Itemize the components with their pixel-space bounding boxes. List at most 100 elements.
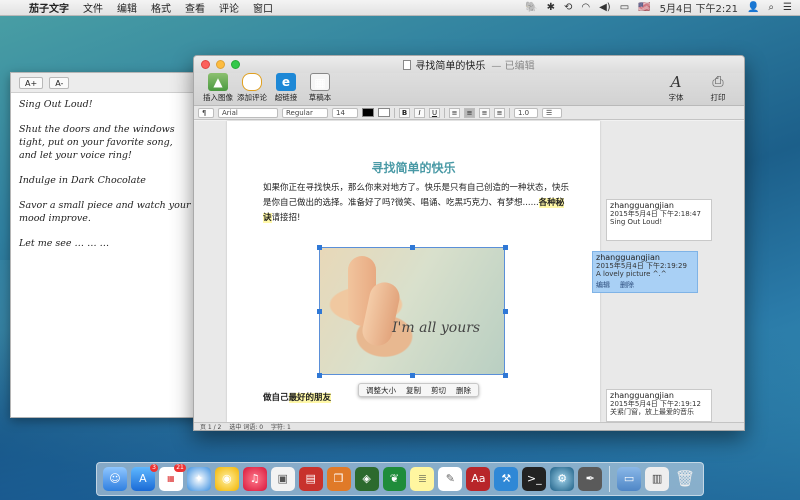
calendar-icon[interactable]: ▦ 21 <box>158 464 186 491</box>
menu-edit[interactable]: 编辑 <box>110 0 144 15</box>
align-right-button[interactable]: ≡ <box>479 107 490 118</box>
justify-button[interactable]: ≡ <box>494 107 505 118</box>
bluetooth-icon[interactable]: ✱ <box>547 2 555 13</box>
close-button[interactable] <box>201 60 210 69</box>
subheading[interactable]: 做自己最好的朋友 <box>263 391 332 403</box>
copy-menu-item[interactable]: 复制 <box>406 385 421 396</box>
menu-file[interactable]: 文件 <box>76 0 110 15</box>
folder-icon[interactable]: ▭ <box>617 467 642 491</box>
menubar-clock[interactable]: 5月4日 下午2:21 <box>660 0 738 15</box>
pen-app-icon[interactable]: ✒ <box>578 467 603 491</box>
xcode-icon[interactable]: ⚒ <box>494 467 519 491</box>
note-line: Sing Out Loud! <box>19 99 93 110</box>
font-family-select[interactable]: Arial <box>218 107 278 118</box>
cut-menu-item[interactable]: 剪切 <box>431 385 446 396</box>
document-paragraph[interactable]: 如果你正在寻找快乐，那么你来对地方了。快乐是只有自己创造的一种状态，快乐是你自己… <box>263 181 571 226</box>
notes-icon[interactable]: ≣ <box>410 467 435 491</box>
ibooks-icon[interactable]: ❐ <box>326 467 351 491</box>
resize-handle[interactable] <box>317 373 322 378</box>
note-line: Savor a small piece and watch your mood … <box>19 200 191 224</box>
downloads-stack-icon[interactable]: ▥ <box>645 467 670 491</box>
input-flag-icon[interactable]: 🇺🇸 <box>638 2 650 13</box>
print-button[interactable]: ⎙ 打印 <box>702 73 734 103</box>
font-panel-button[interactable]: A 字体 <box>660 73 692 103</box>
minimize-button[interactable] <box>216 60 225 69</box>
delete-menu-item[interactable]: 删除 <box>456 385 471 396</box>
bold-button[interactable]: B <box>399 107 410 118</box>
resize-handle[interactable] <box>410 373 415 378</box>
image-icon: ▲ <box>208 73 228 91</box>
add-comment-button[interactable]: … 添加评论 <box>236 73 268 103</box>
main-toolbar: ▲ 插入图像 … 添加评论 e 超链接 ▦ 草稿本 A 字体 ⎙ 打印 <box>194 73 744 106</box>
evernote-app-icon[interactable]: ❦ <box>382 467 407 491</box>
line-spacing-select[interactable]: 1.0 <box>514 107 538 118</box>
font-size-select[interactable]: 14 <box>332 107 358 118</box>
system-prefs-icon[interactable]: ⚙ <box>550 467 575 491</box>
text-color-swatch[interactable] <box>362 108 374 117</box>
resize-handle[interactable] <box>503 309 508 314</box>
wifi-icon[interactable]: ◠ <box>581 2 590 13</box>
evernote-icon[interactable]: 🐘 <box>525 2 537 13</box>
edited-status[interactable]: — 已编辑 <box>491 57 534 72</box>
document-canvas: 寻找简单的快乐 如果你正在寻找快乐，那么你来对地方了。快乐是只有自己创造的一种状… <box>194 121 744 422</box>
notification-icon[interactable]: ☰ <box>783 2 792 13</box>
dictionary-icon[interactable]: Aa <box>466 467 491 491</box>
resize-handle[interactable] <box>317 309 322 314</box>
font-smaller-button[interactable]: A- <box>49 76 70 89</box>
photos-icon[interactable]: ◈ <box>354 467 379 491</box>
resize-handle[interactable] <box>503 245 508 250</box>
resize-handle[interactable] <box>503 373 508 378</box>
terminal-icon[interactable]: >_ <box>522 467 547 491</box>
hyperlink-button[interactable]: e 超链接 <box>270 73 302 103</box>
volume-icon[interactable]: ◀) <box>599 2 611 13</box>
insert-image-button[interactable]: ▲ 插入图像 <box>202 73 234 103</box>
sketch-button[interactable]: ▦ 草稿本 <box>304 73 336 103</box>
chrome-icon[interactable]: ◉ <box>214 467 239 491</box>
align-left-button[interactable]: ≡ <box>449 107 460 118</box>
delete-comment-link[interactable]: 删除 <box>620 281 634 289</box>
document-title[interactable]: 寻找简单的快乐 <box>227 159 600 176</box>
photo-booth-icon[interactable]: ▤ <box>298 467 323 491</box>
comment-card[interactable]: zhangguangjian 2015年5月4日 下午2:18:47 Sing … <box>606 199 712 241</box>
finder-icon[interactable]: ☺ <box>103 467 127 491</box>
note-text[interactable]: Sing Out Loud! Shut the doors and the wi… <box>11 93 201 267</box>
font-larger-button[interactable]: A+ <box>19 76 44 89</box>
char-count: 字符: 1 <box>271 424 291 431</box>
menu-window[interactable]: 窗口 <box>246 0 280 15</box>
preview-icon[interactable]: ▣ <box>270 467 295 491</box>
resize-menu-item[interactable]: 调整大小 <box>366 385 396 396</box>
paragraph-style-select[interactable]: ¶ <box>198 107 214 118</box>
font-style-select[interactable]: Regular <box>282 107 328 118</box>
itunes-icon[interactable]: ♫ <box>242 467 267 491</box>
menu-format[interactable]: 格式 <box>144 0 178 15</box>
menu-comment[interactable]: 评论 <box>212 0 246 15</box>
selected-image[interactable]: I'm all yours <box>319 247 505 375</box>
safari-icon[interactable]: ✦ <box>186 467 211 491</box>
menu-bar: 茄子文字 文件 编辑 格式 查看 评论 窗口 🐘 ✱ ⟲ ◠ ◀) ▭ 🇺🇸 5… <box>0 0 800 16</box>
edit-comment-link[interactable]: 编辑 <box>596 281 610 289</box>
note-window: A+ A- Sing Out Loud! Shut the doors and … <box>10 72 202 418</box>
italic-button[interactable]: I <box>414 107 425 118</box>
highlight-color-swatch[interactable] <box>378 108 390 117</box>
document-page[interactable]: 寻找简单的快乐 如果你正在寻找快乐，那么你来对地方了。快乐是只有自己创造的一种状… <box>227 121 600 422</box>
list-style-select[interactable]: ☰ <box>542 107 562 118</box>
underline-button[interactable]: U <box>429 107 440 118</box>
comment-card-active[interactable]: zhangguangjian 2015年5月4日 下午2:19:29 A lov… <box>592 251 698 293</box>
trash-icon[interactable]: 🗑 <box>673 467 697 491</box>
user-icon[interactable]: 👤 <box>747 2 759 13</box>
menu-app-name[interactable]: 茄子文字 <box>22 0 76 15</box>
resize-handle[interactable] <box>410 245 415 250</box>
battery-icon[interactable]: ▭ <box>620 2 629 13</box>
resize-handle[interactable] <box>317 245 322 250</box>
zoom-button[interactable] <box>231 60 240 69</box>
textedit-icon[interactable]: ✎ <box>438 467 463 491</box>
spotlight-icon[interactable]: ⌕ <box>768 2 774 13</box>
image-context-menu: 调整大小 复制 剪切 删除 <box>358 383 479 397</box>
comment-card[interactable]: zhangguangjian 2015年5月4日 下午2:19:12 关紧门窗，… <box>606 389 712 422</box>
menu-view[interactable]: 查看 <box>178 0 212 15</box>
image-caption-writing: I'm all yours <box>392 320 481 336</box>
app-store-icon[interactable]: A3 <box>130 464 158 491</box>
time-machine-icon[interactable]: ⟲ <box>564 2 572 13</box>
align-center-button[interactable]: ≡ <box>464 107 475 118</box>
comment-icon: … <box>242 73 262 91</box>
